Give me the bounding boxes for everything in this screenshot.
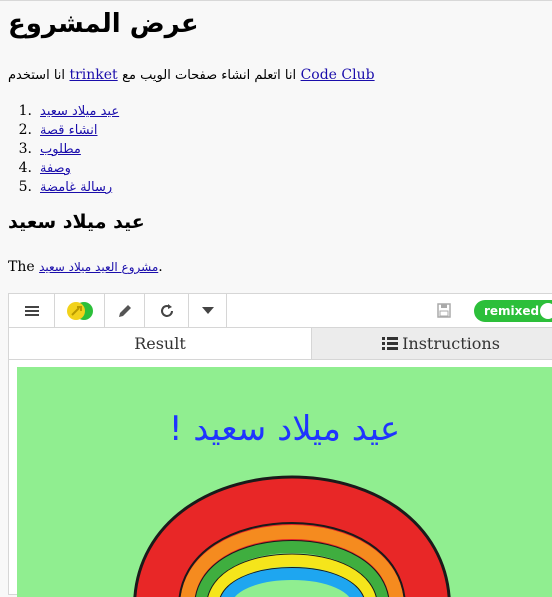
pencil-icon [118,304,131,317]
avatar-button[interactable] [55,294,105,327]
list-number: 5. [18,179,32,195]
trinket-link[interactable]: trinket [69,67,117,83]
remixed-toggle[interactable]: remixed [474,300,552,322]
tab-instructions[interactable]: Instructions [311,328,552,359]
project-link-birthday[interactable]: عيد ميلاد سعيد [40,104,119,119]
options-dropdown[interactable] [189,294,227,327]
project-link-mystery[interactable]: رسالة غامضة [40,180,112,195]
list-number: 3. [18,141,32,157]
list-number: 4. [18,160,32,176]
embed-tabs: Result Instructions [9,328,552,360]
rainbow-image [133,475,451,597]
section-title: عيد ميلاد سعيد [8,211,145,233]
menu-button[interactable] [9,294,55,327]
list-item: 5. رسالة غامضة [8,178,119,197]
intro-text-middle: انا اتعلم انشاء صفحات الويب مع [122,68,297,83]
list-item: 2. انشاء قصة [8,121,119,140]
trinket-embed: remixed Result Instructions عيد ميلاد سع… [8,293,552,597]
project-link-story[interactable]: انشاء قصة [40,123,98,138]
list-icon [382,337,399,350]
tab-instructions-label: Instructions [402,334,500,353]
result-panel: عيد ميلاد سعيد ! [17,367,552,597]
remixed-label: remixed [484,304,540,318]
save-icon[interactable] [437,303,451,318]
caret-down-icon [201,306,214,314]
list-number: 2. [18,122,32,138]
page-title: عرض المشروع [8,9,199,39]
section-line-prefix: The [8,259,35,275]
project-list: 1. عيد ميلاد سعيد 2. انشاء قصة 3. مطلوب 4. و… [8,102,119,197]
refresh-button[interactable] [145,294,189,327]
refresh-icon [160,303,173,317]
tab-result[interactable]: Result [9,328,311,359]
section-line-suffix: . [158,259,163,275]
project-link-wanted[interactable]: مطلوب [40,142,81,157]
intro-paragraph: انا استخدم trinket انا اتعلم انشاء صفحات… [8,67,375,83]
list-item: 1. عيد ميلاد سعيد [8,102,119,121]
hamburger-icon [24,304,39,318]
codeclub-link[interactable]: Code Club [301,67,375,83]
intro-text-prefix: انا استخدم [8,68,66,83]
tab-result-label: Result [134,334,186,353]
avatar-icon [66,301,93,320]
project-link-recipe[interactable]: وصفة [40,161,71,176]
embed-toolbar: remixed [9,294,552,328]
toggle-knob [540,303,552,319]
section-line: The مشروع العيد ميلاد سعيد. [8,259,163,275]
birthday-project-link[interactable]: مشروع العيد ميلاد سعيد [39,260,158,274]
list-number: 1. [18,103,32,119]
list-item: 4. وصفة [8,159,119,178]
list-item: 3. مطلوب [8,140,119,159]
edit-button[interactable] [105,294,145,327]
